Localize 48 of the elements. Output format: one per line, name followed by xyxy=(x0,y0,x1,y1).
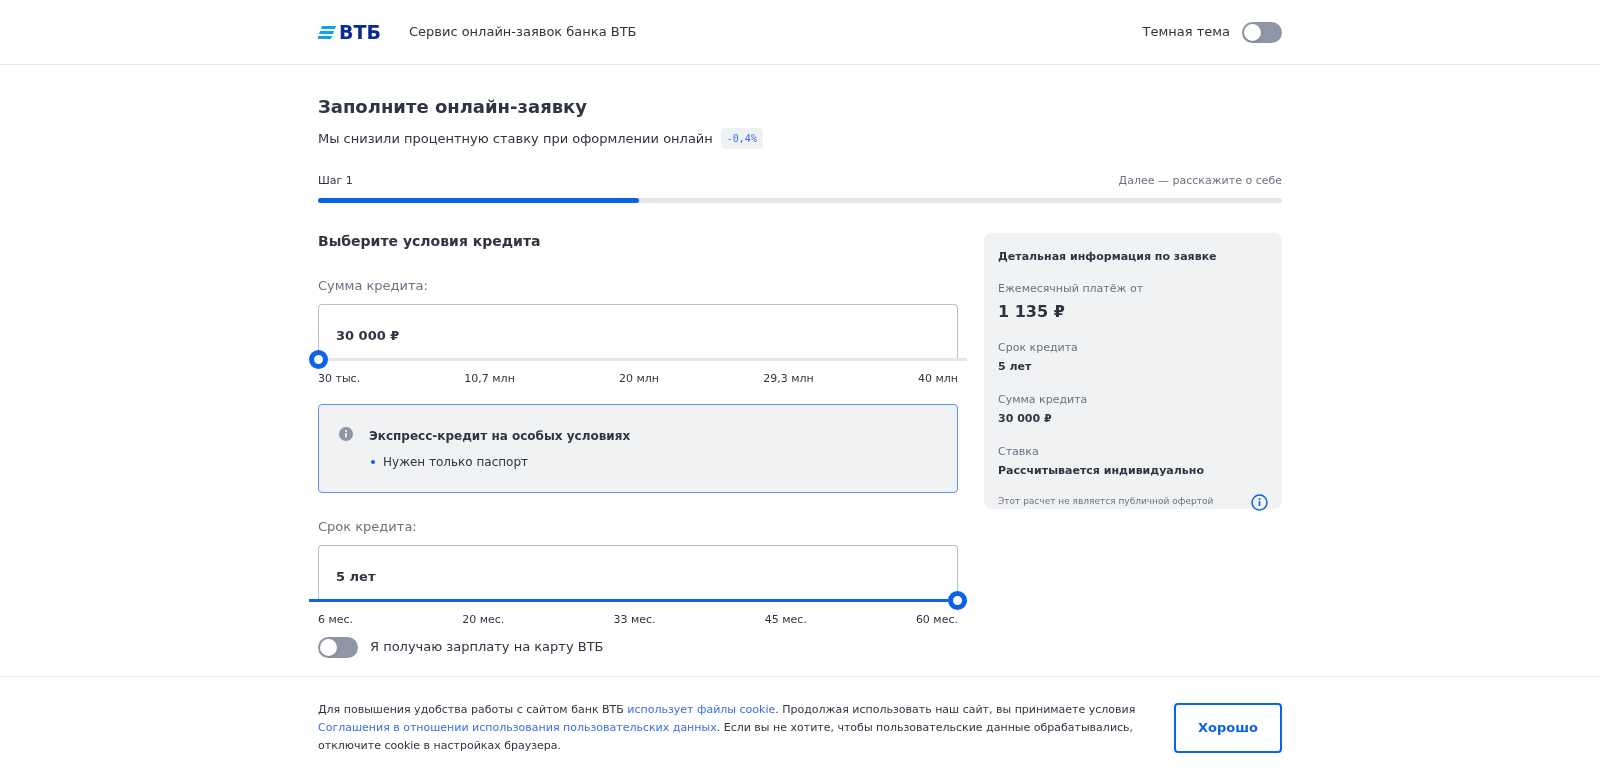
summary-value: 1 135 ₽ xyxy=(998,300,1066,323)
cookie-link[interactable]: Соглашения в отношении использования пользовательских данных xyxy=(318,720,717,734)
summary-title: Детальная информация по заявке xyxy=(998,248,1218,265)
summary-value: 30 000 ₽ xyxy=(998,411,1053,427)
tick-label: 29,3 млн xyxy=(763,371,814,387)
tick-label: 30 тыс. xyxy=(318,371,361,387)
tick-label: 10,7 млн xyxy=(464,371,515,387)
theme-toggle[interactable] xyxy=(1242,21,1282,43)
slider-thumb[interactable] xyxy=(309,350,328,369)
page-title: Заполните онлайн-заявку xyxy=(318,95,589,119)
step-label: Шаг 1 xyxy=(318,173,353,189)
stripes-icon xyxy=(318,25,336,39)
bullet-icon xyxy=(371,459,375,464)
summary-label: Срок кредита xyxy=(998,339,1079,356)
tick-label: 45 мес. xyxy=(764,612,807,628)
logo-text: ВТБ xyxy=(339,19,381,45)
info-icon xyxy=(339,426,353,441)
summary-value: Рассчитывается индивидуально xyxy=(998,463,1205,479)
summary-label: Сумма кредита xyxy=(998,391,1089,408)
tick-label: 60 мес. xyxy=(915,612,958,628)
section-heading: Выберите условия кредита xyxy=(318,231,542,251)
vtb-logo[interactable]: ВТБ xyxy=(318,17,381,47)
tick-label: 40 млн xyxy=(917,371,958,387)
service-title: Сервис онлайн-заявок банка ВТБ xyxy=(408,23,637,42)
summary-value: 5 лет xyxy=(998,359,1033,375)
notice-title: Экспресс-кредит на особых условиях xyxy=(369,427,631,445)
field-value: 30 000 ₽ xyxy=(336,328,400,343)
tick-label: 33 мес. xyxy=(613,612,656,628)
ok-button[interactable]: Хорошо xyxy=(1174,702,1282,753)
tick-label: 6 мес. xyxy=(318,612,354,628)
toggle-label: Я получаю зарплату на карту ВТБ xyxy=(370,638,604,657)
cookie-notice: Для повышения удобства работы с сайтом банк ВТБ использует файлы cookie. Продолжая использовать наш сайт, вы принимаете условия Соглашения в отношении использования пользовательских данных. Если вы не хотите, чтобы пользовательские данные обрабатывались, отключите cookie в настройках браузера. xyxy=(318,701,1137,754)
tick-label: 20 мес. xyxy=(462,612,505,628)
tick-label: 20 млн xyxy=(619,371,660,387)
disclaimer: Этот расчет не является публичной офертой xyxy=(998,495,1214,509)
info-icon[interactable] xyxy=(1251,493,1268,511)
field-label: Срок кредита: xyxy=(318,517,418,536)
summary-label: Ставка xyxy=(998,443,1040,460)
subtitle: Мы снизили процентную ставку при оформлении онлайн xyxy=(318,129,713,148)
summary-label: Ежемесячный платёж от xyxy=(998,281,1145,297)
slider-thumb[interactable] xyxy=(948,591,967,610)
field-label: Сумма кредита: xyxy=(318,276,429,295)
notice-item: Нужен только паспорт xyxy=(383,453,529,471)
field-value: 5 лет xyxy=(336,569,376,584)
next-step-label: Далее — расскажите о себе xyxy=(1118,173,1282,189)
salary-toggle[interactable] xyxy=(318,636,358,658)
toggle-label: Темная тема xyxy=(1142,23,1230,42)
rate-badge: -0,4% xyxy=(720,128,763,149)
